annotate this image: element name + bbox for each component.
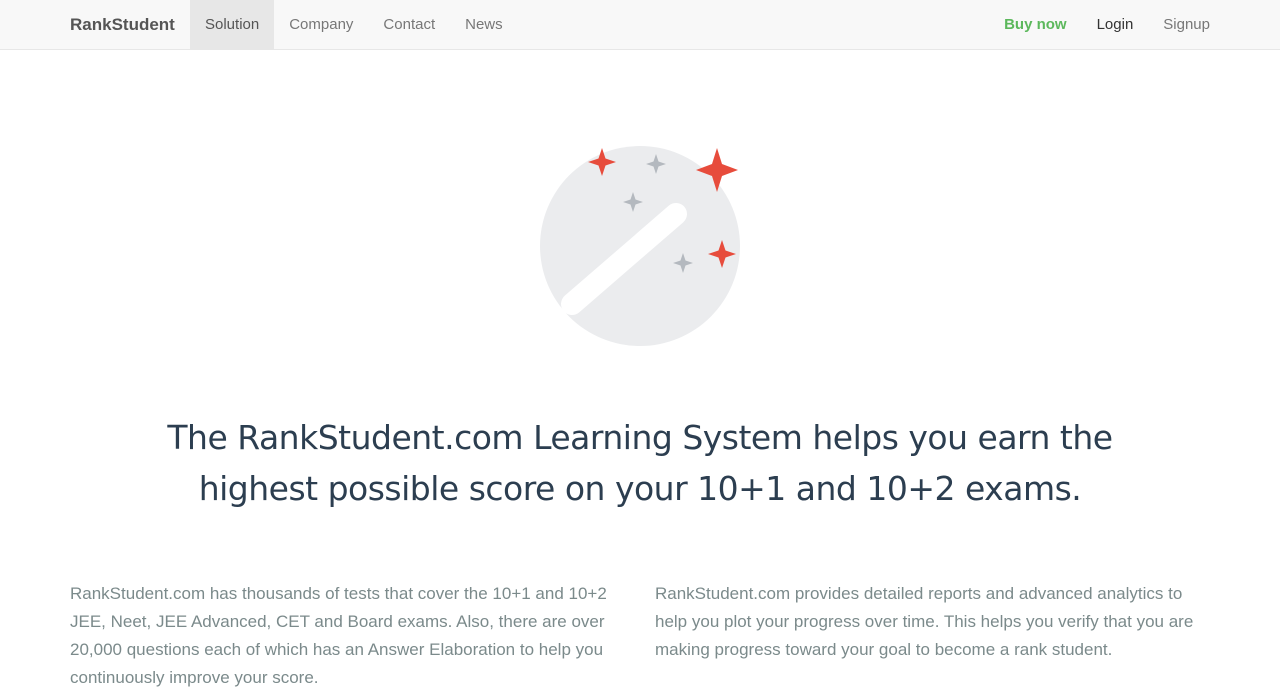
brand-logo-link[interactable]: RankStudent bbox=[70, 0, 175, 50]
nav-news[interactable]: News bbox=[450, 0, 518, 50]
buy-now-link[interactable]: Buy now bbox=[989, 0, 1082, 50]
feature-analytics-text: RankStudent.com provides detailed report… bbox=[655, 584, 1194, 659]
headline-line-1: The RankStudent.com Learning System help… bbox=[167, 418, 1113, 457]
hero-headline: The RankStudent.com Learning System help… bbox=[140, 412, 1140, 514]
feature-tests-text: RankStudent.com has thousands of tests t… bbox=[70, 584, 607, 687]
signup-link[interactable]: Signup bbox=[1148, 0, 1225, 50]
magic-wand-sparkles-icon bbox=[530, 136, 750, 356]
nav-company[interactable]: Company bbox=[274, 0, 368, 50]
nav-contact[interactable]: Contact bbox=[368, 0, 450, 50]
top-navbar: RankStudent Solution Company Contact New… bbox=[0, 0, 1280, 50]
login-link[interactable]: Login bbox=[1082, 0, 1149, 50]
nav-solution[interactable]: Solution bbox=[190, 0, 275, 50]
headline-line-2: highest possible score on your 10+1 and … bbox=[198, 469, 1082, 508]
main-nav: Solution Company Contact News bbox=[190, 0, 518, 50]
account-nav: Buy now Login Signup bbox=[989, 0, 1225, 50]
